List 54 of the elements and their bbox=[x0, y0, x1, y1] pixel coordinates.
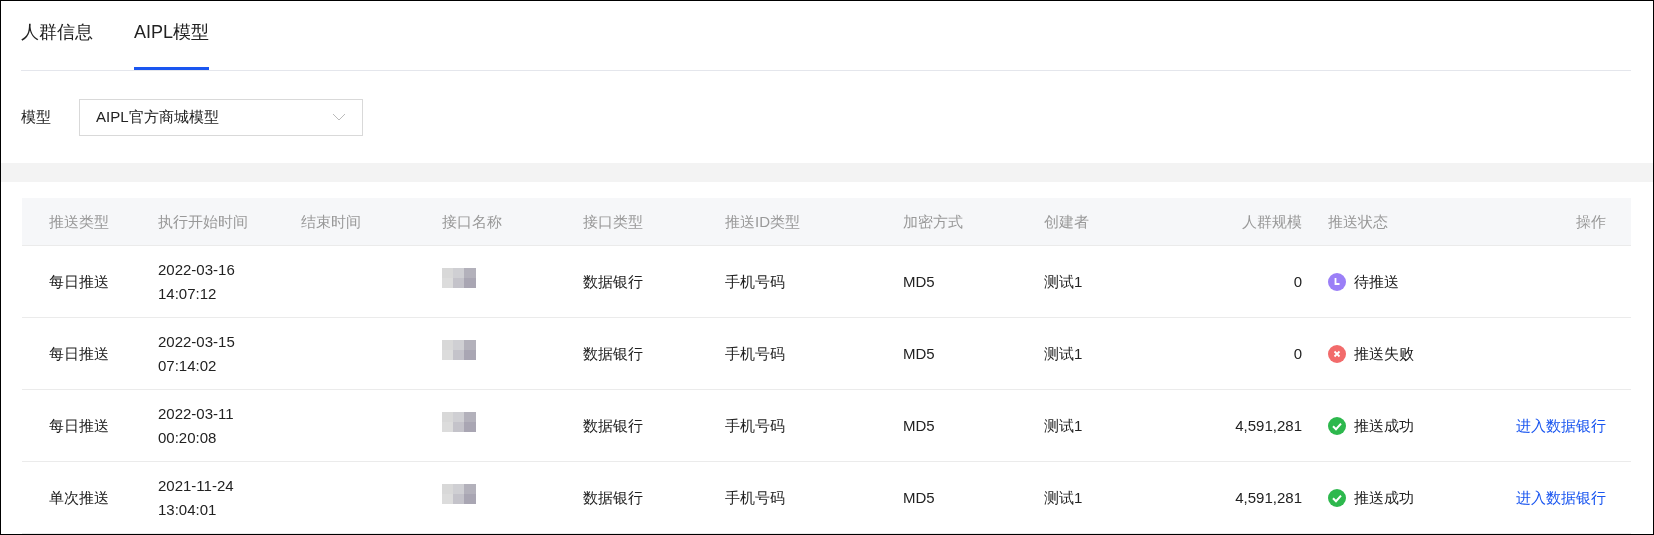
table-cell: 测试1 bbox=[1044, 488, 1083, 506]
table-cell: 手机号码 bbox=[725, 272, 785, 290]
table-cell: MD5 bbox=[903, 416, 935, 434]
table-cell: 手机号码 bbox=[725, 416, 785, 434]
column-header: 结束时间 bbox=[300, 211, 362, 232]
status-text: 推送失败 bbox=[1354, 343, 1414, 364]
table-cell: 数据银行 bbox=[583, 416, 643, 434]
error-icon bbox=[1328, 344, 1346, 363]
chevron-down-icon bbox=[332, 113, 346, 121]
open-link[interactable]: 进入数据银行 bbox=[1516, 416, 1606, 434]
table-cell-text: 2021-11-24 13:04:01 bbox=[157, 475, 235, 520]
column-header: 接口名称 bbox=[441, 211, 503, 232]
table-cell: 数据银行 bbox=[583, 272, 643, 290]
column-header: 接口类型 bbox=[582, 211, 644, 232]
column-header: 加密方式 bbox=[902, 211, 964, 232]
field-label: 模型 bbox=[21, 107, 51, 127]
column-header: 推送类型 bbox=[48, 211, 110, 232]
table-cell: MD5 bbox=[903, 272, 935, 290]
table-cell: 测试1 bbox=[1044, 416, 1083, 434]
table-cell-text: 2022-03-11 00:20:08 bbox=[157, 403, 235, 448]
table-cell: 单次推送 bbox=[49, 488, 109, 506]
table-cell: MD5 bbox=[903, 488, 935, 506]
table-cell: 手机号码 bbox=[725, 344, 785, 362]
model-select[interactable]: AIPL官方商城模型 bbox=[79, 98, 363, 136]
status-text: 推送成功 bbox=[1354, 415, 1414, 436]
table-cell-text: 2022-03-16 14:07:12 bbox=[157, 259, 236, 304]
table-cell: 4,591,281 bbox=[1235, 488, 1302, 506]
table-cell: 4,591,281 bbox=[1235, 416, 1302, 434]
column-header: 推送状态 bbox=[1328, 211, 1389, 232]
table-cell: MD5 bbox=[903, 344, 935, 362]
clock-icon bbox=[1328, 272, 1346, 291]
column-header: 创建者 bbox=[1043, 211, 1090, 232]
tab[interactable]: 人群信息 bbox=[21, 1, 93, 70]
table-cell: 手机号码 bbox=[725, 488, 785, 506]
table-cell: 测试1 bbox=[1044, 344, 1083, 362]
table-cell: 每日推送 bbox=[49, 344, 109, 362]
status-text: 推送成功 bbox=[1354, 487, 1414, 508]
check-icon bbox=[1328, 488, 1346, 507]
table-cell-text: 2022-03-15 07:14:02 bbox=[157, 331, 236, 376]
status-text: 待推送 bbox=[1354, 271, 1399, 292]
column-header: 人群规模 bbox=[1241, 211, 1303, 232]
check-icon bbox=[1328, 416, 1346, 435]
table-cell: 数据银行 bbox=[583, 488, 643, 506]
tab[interactable]: AIPL模型 bbox=[134, 1, 210, 70]
column-header: 推送ID类型 bbox=[724, 211, 801, 232]
table-cell: 每日推送 bbox=[49, 416, 109, 434]
table-cell: 每日推送 bbox=[49, 272, 109, 290]
table-cell: 数据银行 bbox=[583, 344, 643, 362]
column-header: 操作 bbox=[1575, 211, 1607, 232]
table-cell: 0 bbox=[1293, 272, 1302, 290]
table-cell: 测试1 bbox=[1044, 272, 1083, 290]
column-header: 执行开始时间 bbox=[157, 211, 249, 232]
table-cell: 0 bbox=[1293, 344, 1302, 362]
open-link[interactable]: 进入数据银行 bbox=[1516, 488, 1606, 506]
